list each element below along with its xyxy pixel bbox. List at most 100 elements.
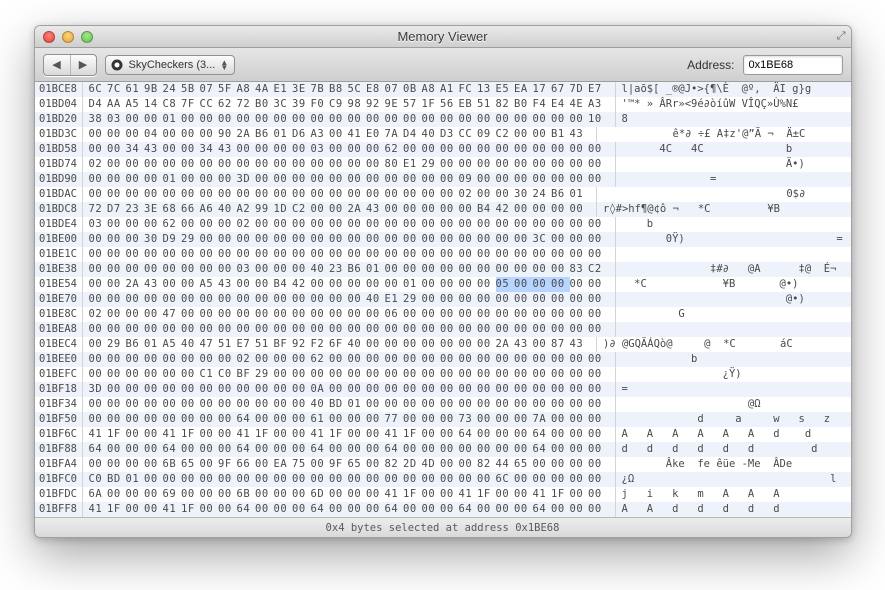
hex-row[interactable]: 01BD740200000000000000000000000000000080… bbox=[35, 157, 851, 172]
row-address: 01BD04 bbox=[35, 97, 83, 112]
row-bytes[interactable]: 00000000010000003D0000000000000000000000… bbox=[83, 172, 607, 187]
hex-row[interactable]: 01BDC872D7233E6866A640A2991DC200002A4300… bbox=[35, 202, 851, 217]
hex-row[interactable]: 01BE1C0000000000000000000000000000000000… bbox=[35, 247, 851, 262]
address-input[interactable] bbox=[743, 55, 843, 75]
row-bytes[interactable]: D4AAA514C87FCC6272B03C39F0C998929E571F56… bbox=[83, 97, 607, 112]
row-bytes[interactable]: 00002A430000A5430000B4420000000000010000… bbox=[83, 277, 607, 292]
hex-row[interactable]: 01BE8C0200000047000000000000000000000006… bbox=[35, 307, 851, 322]
hex-row[interactable]: 01BE0000000030D9290000000000000000000000… bbox=[35, 232, 851, 247]
row-ascii: d d d d d d d bbox=[615, 442, 851, 457]
row-ascii: Âke fe êüe -Me ÂDe bbox=[615, 457, 851, 472]
row-bytes[interactable]: 0300000062000000020000000000000000000000… bbox=[83, 217, 607, 232]
row-bytes[interactable]: 0000344300003443000000000300000062000000… bbox=[83, 142, 607, 157]
status-text: 0x4 bytes selected at address 0x1BE68 bbox=[326, 522, 560, 534]
row-address: 01BFF8 bbox=[35, 502, 83, 517]
hex-row[interactable]: 01BEFC000000000000C1C0BF2900000000000000… bbox=[35, 367, 851, 382]
row-bytes[interactable]: 000000006B65009F6600EA75009F6500822D4D00… bbox=[83, 457, 607, 472]
row-bytes[interactable]: 6400000064000000640000006400000064000000… bbox=[83, 442, 607, 457]
app-icon bbox=[110, 58, 124, 72]
row-ascii: = bbox=[615, 382, 851, 397]
row-address: 01BCE8 bbox=[35, 82, 83, 97]
row-bytes[interactable]: 411F0000411F0000640000006400000064000000… bbox=[83, 502, 607, 517]
close-icon[interactable] bbox=[43, 31, 55, 43]
titlebar: Memory Viewer ⤢ bbox=[35, 26, 851, 48]
hex-row[interactable]: 01BFC0C0BD010000000000000000000000000000… bbox=[35, 472, 851, 487]
row-bytes[interactable]: 0029B601A5404751E751BF92F26F400000000000… bbox=[83, 337, 589, 352]
hex-row[interactable]: 01BE7000000000000000000000000000000040E1… bbox=[35, 292, 851, 307]
hex-row[interactable]: 01BEE00000000000000000020000006200000000… bbox=[35, 352, 851, 367]
row-address: 01BEE0 bbox=[35, 352, 83, 367]
row-ascii bbox=[615, 322, 851, 337]
row-ascii: '™* » ÂRr»<9é∂òíûW VÎQÇ»Ù%N£ bbox=[615, 97, 851, 112]
hex-row[interactable]: 01BCE86C7C619B245B075FA84AE13E7BB85CE807… bbox=[35, 82, 851, 97]
row-address: 01BE38 bbox=[35, 262, 83, 277]
hex-row[interactable]: 01BFDC6A000000690000006B0000006D00000041… bbox=[35, 487, 851, 502]
row-ascii: 0$∂ bbox=[596, 187, 851, 202]
row-address: 01BF18 bbox=[35, 382, 83, 397]
hex-row[interactable]: 01BDE40300000062000000020000000000000000… bbox=[35, 217, 851, 232]
row-address: 01BE1C bbox=[35, 247, 83, 262]
row-ascii: ¿Ω l bbox=[615, 472, 851, 487]
row-bytes[interactable]: 6C7C619B245B075FA84AE13E7BB85CE8070BA8A1… bbox=[83, 82, 607, 97]
row-bytes[interactable]: C0BD010000000000000000000000000000000000… bbox=[83, 472, 607, 487]
row-ascii: *C ¥B @•) bbox=[615, 277, 851, 292]
hex-row[interactable]: 01BF6C411F0000411F0000411F0000411F000041… bbox=[35, 427, 851, 442]
status-bar: 0x4 bytes selected at address 0x1BE68 bbox=[35, 517, 851, 537]
row-bytes[interactable]: 3803000001000000000000000000000000000000… bbox=[83, 112, 607, 127]
hex-row[interactable]: 01BD9000000000010000003D0000000000000000… bbox=[35, 172, 851, 187]
row-bytes[interactable]: 00000000000000000000000000000040E1290000… bbox=[83, 292, 607, 307]
row-bytes[interactable]: 0000000000000000020000006200000000000000… bbox=[83, 352, 607, 367]
row-ascii: A A A A A A d d bbox=[615, 427, 851, 442]
row-ascii: ‡#∂ @A ‡@ É¬ bbox=[615, 262, 851, 277]
row-bytes[interactable]: 0000000000000000000000000000000000000000… bbox=[83, 187, 589, 202]
nav-back-button[interactable]: ◀ bbox=[44, 55, 70, 75]
row-bytes[interactable]: 0000000000000000640000006100000077000000… bbox=[83, 412, 607, 427]
row-bytes[interactable]: 000000000000C1C0BF2900000000000000000000… bbox=[83, 367, 607, 382]
row-bytes[interactable]: 00000000000000000000000040BD010000000000… bbox=[83, 397, 607, 412]
row-address: 01BFDC bbox=[35, 487, 83, 502]
row-ascii: 4C 4C b bbox=[615, 142, 851, 157]
zoom-icon[interactable] bbox=[81, 31, 93, 43]
hex-row[interactable]: 01BEC40029B601A5404751E751BF92F26F400000… bbox=[35, 337, 851, 352]
row-bytes[interactable]: 3D00000000000000000000000A00000000000000… bbox=[83, 382, 607, 397]
hex-row[interactable]: 01BFF8411F0000411F0000640000006400000064… bbox=[35, 502, 851, 517]
hex-row[interactable]: 01BDAC0000000000000000000000000000000000… bbox=[35, 187, 851, 202]
row-bytes[interactable]: 00000030D9290000000000000000000000000000… bbox=[83, 232, 607, 247]
row-address: 01BEFC bbox=[35, 367, 83, 382]
hex-row[interactable]: 01BD580000344300003443000000000300000062… bbox=[35, 142, 851, 157]
row-address: 01BE70 bbox=[35, 292, 83, 307]
row-bytes[interactable]: 72D7233E6866A640A2991DC200002A4300000000… bbox=[83, 202, 589, 217]
process-select[interactable]: SkyCheckers (3... ▲▼ bbox=[105, 55, 236, 75]
hex-row[interactable]: 01BD04D4AAA514C87FCC6272B03C39F0C998929E… bbox=[35, 97, 851, 112]
row-ascii: r◊#>hf¶@¢ô ¬ *C ¥B bbox=[596, 202, 851, 217]
hex-row[interactable]: 01BD203803000001000000000000000000000000… bbox=[35, 112, 851, 127]
hex-row[interactable]: 01BE380000000000000000030000004023B60100… bbox=[35, 262, 851, 277]
hex-row[interactable]: 01BF3400000000000000000000000040BD010000… bbox=[35, 397, 851, 412]
row-bytes[interactable]: 0000000000000000000000000000000000000000… bbox=[83, 322, 607, 337]
row-bytes[interactable]: 00000004000000902AB601D6A30041E07AD440D3… bbox=[83, 127, 589, 142]
hex-row[interactable]: 01BF183D00000000000000000000000A00000000… bbox=[35, 382, 851, 397]
hex-row[interactable]: 01BD3C00000004000000902AB601D6A30041E07A… bbox=[35, 127, 851, 142]
row-ascii: ¿Ÿ) bbox=[615, 367, 851, 382]
row-ascii: Ä•) bbox=[615, 157, 851, 172]
row-address: 01BE00 bbox=[35, 232, 83, 247]
row-address: 01BF34 bbox=[35, 397, 83, 412]
hex-row[interactable]: 01BEA80000000000000000000000000000000000… bbox=[35, 322, 851, 337]
row-ascii: @•) bbox=[615, 292, 851, 307]
row-bytes[interactable]: 0000000000000000000000000000000000000000… bbox=[83, 247, 607, 262]
hex-row[interactable]: 01BE5400002A430000A5430000B4420000000000… bbox=[35, 277, 851, 292]
hex-view[interactable]: 01BCE86C7C619B245B075FA84AE13E7BB85CE807… bbox=[35, 82, 851, 517]
minimize-icon[interactable] bbox=[62, 31, 74, 43]
fullscreen-icon[interactable]: ⤢ bbox=[837, 30, 846, 43]
row-bytes[interactable]: 0200000000000000000000000000000080E12900… bbox=[83, 157, 607, 172]
row-bytes[interactable]: 411F0000411F0000411F0000411F0000411F0000… bbox=[83, 427, 607, 442]
row-bytes[interactable]: 0200000047000000000000000000000006000000… bbox=[83, 307, 607, 322]
row-bytes[interactable]: 6A000000690000006B0000006D000000411F0000… bbox=[83, 487, 607, 502]
nav-forward-button[interactable]: ▶ bbox=[70, 55, 96, 75]
hex-row[interactable]: 01BF886400000064000000640000006400000064… bbox=[35, 442, 851, 457]
row-ascii: j i k m A A A bbox=[615, 487, 851, 502]
hex-row[interactable]: 01BF500000000000000000640000006100000077… bbox=[35, 412, 851, 427]
row-address: 01BD74 bbox=[35, 157, 83, 172]
row-bytes[interactable]: 0000000000000000030000004023B60100000000… bbox=[83, 262, 607, 277]
hex-row[interactable]: 01BFA4000000006B65009F6600EA75009F650082… bbox=[35, 457, 851, 472]
